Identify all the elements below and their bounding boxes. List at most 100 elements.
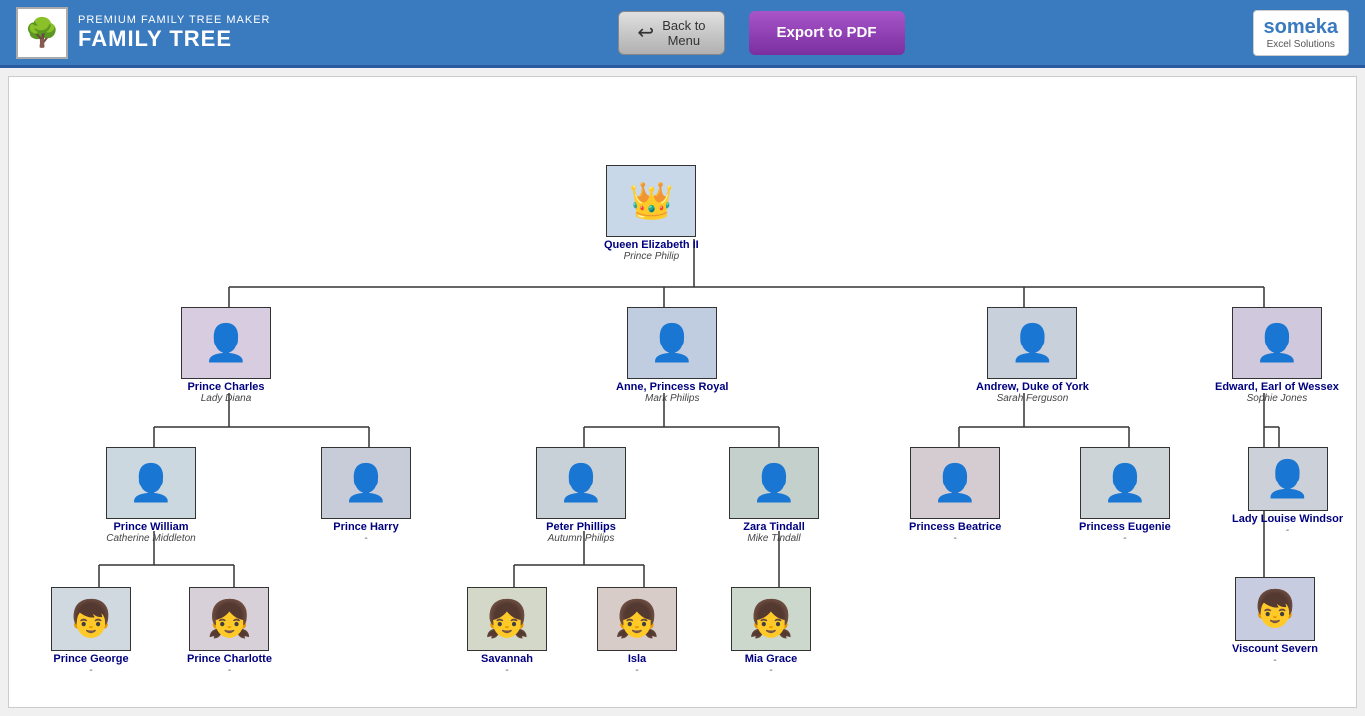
- face-isla: 👧: [598, 588, 676, 650]
- name-anne: Anne, Princess Royal: [616, 381, 729, 393]
- spouse-beatrice: -: [954, 533, 957, 544]
- spouse-peter: Autumn Philips: [548, 533, 615, 544]
- face-charlotte: 👧: [190, 588, 268, 650]
- node-charles: 👤 Prince Charles Lady Diana: [181, 307, 271, 404]
- photo-eugenie: 👤: [1080, 447, 1170, 519]
- spouse-harry: -: [364, 533, 367, 544]
- photo-mia: 👧: [731, 587, 811, 651]
- face-queen: 👑: [607, 166, 695, 236]
- header-subtitle: PREMIUM FAMILY TREE MAKER: [78, 14, 270, 26]
- name-eugenie: Princess Eugenie: [1079, 521, 1171, 533]
- node-eugenie: 👤 Princess Eugenie -: [1079, 447, 1171, 544]
- photo-andrew: 👤: [987, 307, 1077, 379]
- face-beatrice: 👤: [911, 448, 999, 518]
- node-savannah: 👧 Savannah -: [467, 587, 547, 676]
- photo-zara: 👤: [729, 447, 819, 519]
- spouse-andrew: Sarah Ferguson: [997, 393, 1069, 404]
- photo-harry: 👤: [321, 447, 411, 519]
- spouse-william: Catherine Middleton: [106, 533, 196, 544]
- node-william: 👤 Prince William Catherine Middleton: [106, 447, 196, 544]
- back-button[interactable]: ↩ Back toMenu: [618, 11, 724, 55]
- name-charles: Prince Charles: [187, 381, 264, 393]
- face-edward: 👤: [1233, 308, 1321, 378]
- name-mia: Mia Grace: [745, 653, 798, 665]
- spouse-george: -: [89, 665, 92, 676]
- face-louise: 👤: [1249, 448, 1327, 510]
- photo-severn: 👦: [1235, 577, 1315, 641]
- face-william: 👤: [107, 448, 195, 518]
- face-peter: 👤: [537, 448, 625, 518]
- photo-isla: 👧: [597, 587, 677, 651]
- photo-charles: 👤: [181, 307, 271, 379]
- node-mia: 👧 Mia Grace -: [731, 587, 811, 676]
- spouse-charlotte: -: [228, 665, 231, 676]
- photo-edward: 👤: [1232, 307, 1322, 379]
- someka-name: someka: [1264, 15, 1339, 39]
- node-beatrice: 👤 Princess Beatrice -: [909, 447, 1001, 544]
- face-charles: 👤: [182, 308, 270, 378]
- spouse-mia: -: [769, 665, 772, 676]
- photo-louise: 👤: [1248, 447, 1328, 511]
- spouse-queen: Prince Philip: [624, 251, 680, 262]
- header-right: someka Excel Solutions: [1253, 10, 1350, 56]
- face-savannah: 👧: [468, 588, 546, 650]
- spouse-savannah: -: [505, 665, 508, 676]
- tree-area: 👑 Queen Elizabeth II Prince Philip 👤 Pri…: [8, 76, 1357, 708]
- photo-savannah: 👧: [467, 587, 547, 651]
- someka-tagline: Excel Solutions: [1267, 39, 1335, 51]
- node-peter: 👤 Peter Phillips Autumn Philips: [536, 447, 626, 544]
- face-severn: 👦: [1236, 578, 1314, 640]
- node-severn: 👦 Viscount Severn -: [1232, 577, 1318, 666]
- name-savannah: Savannah: [481, 653, 533, 665]
- node-edward: 👤 Edward, Earl of Wessex Sophie Jones: [1215, 307, 1339, 404]
- name-isla: Isla: [628, 653, 646, 665]
- name-andrew: Andrew, Duke of York: [976, 381, 1089, 393]
- name-george: Prince George: [53, 653, 128, 665]
- node-andrew: 👤 Andrew, Duke of York Sarah Ferguson: [976, 307, 1089, 404]
- node-zara: 👤 Zara Tindall Mike Tindall: [729, 447, 819, 544]
- logo-area: 🌳 PREMIUM FAMILY TREE MAKER FAMILY TREE: [16, 7, 270, 59]
- name-peter: Peter Phillips: [546, 521, 616, 533]
- face-eugenie: 👤: [1081, 448, 1169, 518]
- node-isla: 👧 Isla -: [597, 587, 677, 676]
- spouse-eugenie: -: [1123, 533, 1126, 544]
- name-zara: Zara Tindall: [743, 521, 805, 533]
- export-button[interactable]: Export to PDF: [749, 11, 905, 55]
- spouse-louise: -: [1286, 525, 1289, 536]
- header-title: FAMILY TREE: [78, 26, 270, 52]
- node-anne: 👤 Anne, Princess Royal Mark Philips: [616, 307, 729, 404]
- node-harry: 👤 Prince Harry -: [321, 447, 411, 544]
- name-queen: Queen Elizabeth II: [604, 239, 699, 251]
- header: 🌳 PREMIUM FAMILY TREE MAKER FAMILY TREE …: [0, 0, 1365, 68]
- spouse-zara: Mike Tindall: [747, 533, 800, 544]
- spouse-edward: Sophie Jones: [1247, 393, 1308, 404]
- photo-william: 👤: [106, 447, 196, 519]
- photo-queen: 👑: [606, 165, 696, 237]
- tree-icon: 🌳: [16, 7, 68, 59]
- back-arrow-icon: ↩: [637, 20, 654, 45]
- face-mia: 👧: [732, 588, 810, 650]
- name-severn: Viscount Severn: [1232, 643, 1318, 655]
- tree-container: 👑 Queen Elizabeth II Prince Philip 👤 Pri…: [19, 87, 1346, 697]
- name-beatrice: Princess Beatrice: [909, 521, 1001, 533]
- photo-charlotte: 👧: [189, 587, 269, 651]
- spouse-severn: -: [1273, 655, 1276, 666]
- name-charlotte: Prince Charlotte: [187, 653, 272, 665]
- spouse-anne: Mark Philips: [645, 393, 699, 404]
- node-queen: 👑 Queen Elizabeth II Prince Philip: [604, 165, 699, 262]
- header-text: PREMIUM FAMILY TREE MAKER FAMILY TREE: [78, 14, 270, 52]
- face-harry: 👤: [322, 448, 410, 518]
- photo-george: 👦: [51, 587, 131, 651]
- photo-peter: 👤: [536, 447, 626, 519]
- spouse-isla: -: [635, 665, 638, 676]
- photo-beatrice: 👤: [910, 447, 1000, 519]
- name-edward: Edward, Earl of Wessex: [1215, 381, 1339, 393]
- face-george: 👦: [52, 588, 130, 650]
- face-andrew: 👤: [988, 308, 1076, 378]
- spouse-charles: Lady Diana: [201, 393, 252, 404]
- node-charlotte: 👧 Prince Charlotte -: [187, 587, 272, 676]
- someka-logo: someka Excel Solutions: [1253, 10, 1350, 56]
- face-anne: 👤: [628, 308, 716, 378]
- back-label: Back toMenu: [662, 18, 705, 48]
- name-william: Prince William: [113, 521, 188, 533]
